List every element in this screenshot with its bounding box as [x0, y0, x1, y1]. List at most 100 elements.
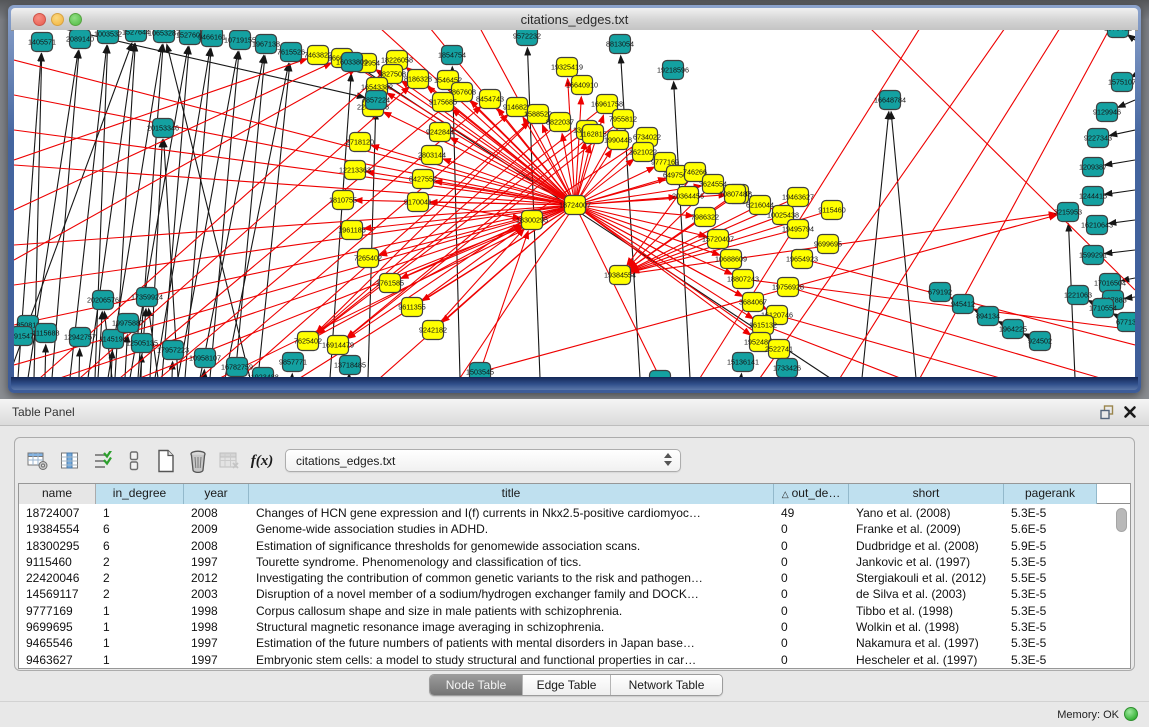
column-header-pagerank[interactable]: pagerank	[1004, 484, 1097, 504]
network-edge[interactable]	[891, 112, 916, 378]
network-node[interactable]: 1599291	[1079, 246, 1107, 265]
network-node[interactable]: 8186328	[404, 70, 432, 89]
network-node[interactable]: 677134	[1116, 313, 1135, 332]
network-edge[interactable]	[1110, 130, 1135, 135]
network-node[interactable]: 13718485	[334, 356, 366, 375]
network-edge[interactable]	[862, 112, 889, 378]
network-node[interactable]: 19654923	[786, 250, 818, 269]
network-node[interactable]: 9242844	[426, 123, 454, 142]
network-node[interactable]: 1761585	[376, 274, 404, 293]
network-node[interactable]: 16210643	[1081, 216, 1113, 235]
network-node[interactable]: 945412	[951, 295, 975, 314]
network-edge[interactable]	[79, 349, 80, 378]
network-node[interactable]: 1615132	[749, 316, 777, 335]
network-node[interactable]: 1221063	[1064, 286, 1092, 305]
network-node[interactable]: 9227343	[1084, 129, 1112, 148]
network-canvas[interactable]: 1405571208914010035321527644106532871527…	[14, 30, 1135, 379]
network-node[interactable]: 7625402	[294, 332, 322, 351]
network-edge[interactable]	[14, 59, 307, 160]
network-node[interactable]: 1527644	[122, 30, 150, 42]
network-node[interactable]: 15136141	[727, 353, 759, 372]
network-node[interactable]: 16640910	[566, 76, 598, 95]
network-edge[interactable]	[347, 134, 593, 337]
network-node[interactable]: 1115688	[33, 324, 60, 343]
table-row[interactable]: 1456911722003Disruption of a novel membe…	[19, 586, 1130, 602]
network-edge[interactable]	[575, 205, 750, 335]
network-node[interactable]: 7986322	[691, 208, 719, 227]
table-row[interactable]: 911546021997Tourette syndrome. Phenomeno…	[19, 554, 1130, 570]
network-edge[interactable]	[172, 362, 173, 378]
network-edge[interactable]	[14, 130, 575, 205]
network-node[interactable]: 16914479	[322, 336, 354, 355]
network-node[interactable]: 1710554	[1089, 299, 1117, 318]
column-header-title[interactable]: title	[249, 484, 774, 504]
table-settings-icon[interactable]	[23, 447, 53, 475]
column-header-name[interactable]: name	[19, 484, 96, 504]
column-header-out_de[interactable]: △out_de…	[774, 484, 849, 504]
network-node[interactable]: 9611355	[398, 298, 425, 317]
network-node[interactable]: 1975412	[1104, 30, 1132, 38]
network-node[interactable]: 2718120	[346, 133, 374, 152]
network-node[interactable]: 894134	[976, 307, 1000, 326]
function-builder-icon[interactable]: f(x)	[247, 447, 277, 475]
network-node[interactable]: 15720407	[702, 230, 734, 249]
table-row[interactable]: 969969511998Structural magnetic resonanc…	[19, 619, 1130, 635]
network-node[interactable]: 1003532	[94, 30, 122, 44]
table-row[interactable]: 1938455462009Genome-wide association stu…	[19, 521, 1130, 537]
network-node[interactable]: 20206576	[87, 291, 119, 310]
network-node[interactable]: 12942757	[64, 328, 96, 347]
network-edge[interactable]	[14, 205, 575, 285]
column-header-short[interactable]: short	[849, 484, 1004, 504]
network-node[interactable]: 3684067	[739, 293, 767, 312]
network-node[interactable]: 8822037	[546, 113, 574, 132]
network-node[interactable]: 9129946	[1093, 103, 1121, 122]
network-edge[interactable]	[575, 205, 660, 378]
toggle-columns-icon[interactable]	[55, 447, 85, 475]
memory-status-icon[interactable]	[1124, 707, 1138, 721]
network-node[interactable]: 9170041	[404, 193, 432, 212]
network-node[interactable]: 391547	[14, 327, 34, 346]
network-node[interactable]: 1967138	[252, 35, 280, 54]
new-column-icon[interactable]	[151, 447, 181, 475]
tab-edge-table[interactable]: Edge Table	[522, 675, 610, 695]
network-node[interactable]: 1854754	[438, 46, 466, 65]
stacked-rows-icon[interactable]	[119, 447, 149, 475]
network-edge[interactable]	[1118, 100, 1135, 107]
network-node[interactable]: 9699695	[814, 235, 842, 254]
window-titlebar[interactable]: citations_edges.txt	[11, 8, 1138, 31]
network-node[interactable]: 9115460	[818, 201, 845, 220]
network-edge[interactable]	[258, 64, 290, 378]
network-node[interactable]: 1733426	[773, 359, 801, 378]
network-node[interactable]: 17359924	[131, 288, 163, 307]
table-row[interactable]: 946554611997Estimation of the future num…	[19, 635, 1130, 651]
network-node[interactable]: 10688609	[715, 250, 747, 269]
network-node[interactable]: 1575107	[1108, 73, 1135, 92]
table-row[interactable]: 946362711997Embryonic stem cells: a mode…	[19, 652, 1130, 668]
network-node[interactable]: 1209387	[1079, 158, 1107, 177]
network-node[interactable]: 2089140	[66, 30, 94, 49]
network-node[interactable]: 19384554	[604, 266, 636, 285]
network-node[interactable]: 19756928	[772, 278, 804, 297]
network-edge[interactable]	[1105, 160, 1135, 165]
network-edge[interactable]	[98, 312, 102, 378]
network-node[interactable]: 19325419	[551, 58, 583, 77]
network-node[interactable]: 9242182	[419, 321, 447, 340]
network-node[interactable]: 18807243	[727, 270, 759, 289]
network-node[interactable]: 8454743	[476, 90, 504, 109]
table-scrollbar-thumb[interactable]	[1116, 508, 1127, 532]
network-node[interactable]: 2803144	[418, 146, 446, 165]
network-node[interactable]: 924502	[1028, 332, 1052, 351]
network-node[interactable]: 3215953	[1054, 203, 1082, 222]
network-node[interactable]: 8427552	[409, 170, 437, 189]
network-node[interactable]: 20153346	[147, 119, 179, 138]
close-panel-icon[interactable]	[1123, 405, 1137, 419]
float-panel-icon[interactable]	[1100, 405, 1115, 420]
network-node[interactable]: 7857224	[362, 91, 390, 110]
network-edge[interactable]	[777, 315, 1000, 378]
network-node[interactable]: 9857771	[279, 353, 307, 372]
network-node[interactable]: 9572232	[513, 30, 541, 46]
network-node[interactable]: 679192	[928, 283, 952, 302]
column-header-in_degree[interactable]: in_degree	[96, 484, 184, 504]
network-node[interactable]: 19218596	[657, 61, 689, 80]
network-node[interactable]: 7615526	[277, 43, 305, 62]
